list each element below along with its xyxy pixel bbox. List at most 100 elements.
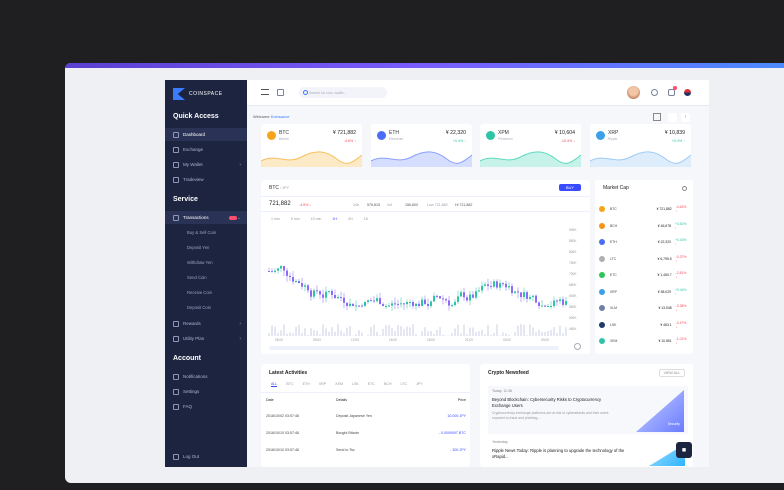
market-row[interactable]: LSK ¥ 483.1 -0.47% ↓	[599, 318, 689, 332]
range-scrollbar[interactable]	[269, 346, 559, 350]
settings-icon[interactable]	[651, 89, 658, 96]
sidebar-item-transactions[interactable]: Transactions ⌄	[165, 211, 247, 224]
divider	[261, 392, 470, 393]
volume-bar	[526, 335, 528, 336]
volume-bar	[550, 329, 552, 336]
sub-item-withdraw-yen[interactable]: Withdraw Yen	[187, 260, 213, 265]
grid-view-icon[interactable]	[653, 113, 661, 121]
sidebar-item-notifications[interactable]: Notifications	[165, 370, 247, 383]
activity-tab[interactable]: LTC	[401, 382, 408, 387]
news-item[interactable]: Today, 11:36 Beyond Blockchain: Cybersec…	[488, 386, 688, 434]
market-row[interactable]: XEM ¥ 10.851 -1.01% ↓	[599, 334, 689, 348]
sidebar-item-wallet[interactable]: My Wallet ›	[165, 158, 247, 171]
table-row[interactable]: 2018/10/10 03:57:46 Bought Bitcoin - 0.000…	[266, 431, 466, 435]
header-details: Details	[336, 398, 347, 402]
sub-item-deposit-yen[interactable]: Deposit Yen	[187, 245, 209, 250]
logo[interactable]: COINSPACE	[173, 88, 223, 100]
activity-tab[interactable]: ALL	[271, 382, 278, 387]
volume-bar	[340, 330, 342, 336]
stat-high: Hi 721,882	[455, 203, 473, 207]
volume-bar	[493, 333, 495, 336]
clock-icon[interactable]	[574, 343, 581, 350]
ticker-card-xpm[interactable]: XPM Primecoin ¥ 10,604 -10.4% ↓	[480, 124, 581, 167]
avatar[interactable]	[627, 86, 640, 99]
sidebar-item-dashboard[interactable]: Dashboard	[165, 128, 247, 141]
candle-body	[367, 300, 369, 302]
candle-body	[505, 283, 507, 288]
sub-item-deposit-coin[interactable]: Deposit Coin	[187, 305, 211, 310]
prev-button[interactable]	[668, 113, 677, 122]
table-row[interactable]: 2018/10/10 03:57:46 Send to Tsc - 300 JPY	[266, 448, 466, 452]
activity-tab[interactable]: BTC	[286, 382, 293, 387]
market-row[interactable]: XRP ¥ 58.029 +0.44% ↑	[599, 285, 689, 299]
chat-button[interactable]: ■	[676, 442, 692, 458]
activity-tab[interactable]: BCH	[384, 382, 392, 387]
search-icon[interactable]	[682, 186, 687, 191]
sub-item-buy-sell[interactable]: Buy & Sell Coin	[187, 230, 216, 235]
coin-price: ¥ 10.851	[658, 339, 672, 343]
sub-item-send-coin[interactable]: Send Coin	[187, 275, 207, 280]
search-input[interactable]: Search for coin, wallet...	[299, 87, 387, 98]
flag-icon[interactable]	[684, 89, 691, 96]
volume-bar	[475, 331, 477, 336]
candle-body	[376, 298, 378, 302]
chart-change: -4.6% ↓	[299, 203, 312, 207]
market-row[interactable]: ETC ¥ 1,460.7 -2.81% ↓	[599, 268, 689, 282]
coin-icon	[599, 255, 605, 262]
timeframe-tab[interactable]: 5 min	[291, 217, 300, 221]
sidebar-item-label: Utility Plan	[183, 336, 205, 341]
market-row[interactable]: LTC ¥ 6,795.5 -0.37% ↓	[599, 252, 689, 266]
activity-tab[interactable]: LSK	[352, 382, 359, 387]
cube-icon[interactable]	[277, 89, 284, 96]
sidebar: COINSPACE Quick Access Dashboard Exchang…	[165, 80, 247, 467]
market-row[interactable]: BTC ¥ 721,882 -4.63% ↓	[599, 202, 689, 216]
timeframe-tab[interactable]: 1D	[364, 217, 369, 221]
table-row[interactable]: 2018/10/02 03:57:46 Deposit Japanese Yen 1…	[266, 414, 466, 418]
sidebar-item-exchange[interactable]: Exchange	[165, 143, 247, 156]
timeframe-tab[interactable]: 4H	[348, 217, 353, 221]
activity-tab[interactable]: XEM	[335, 382, 343, 387]
timeframe-tab[interactable]: 1 min	[271, 217, 280, 221]
activity-tab[interactable]: ETH	[303, 382, 310, 387]
sidebar-item-utility-plan[interactable]: Utility Plan ›	[165, 332, 247, 345]
section-quick-access: Quick Access	[173, 113, 219, 120]
ticker-price: ¥ 10,604	[554, 130, 575, 136]
timeframe-tab[interactable]: 15 min	[311, 217, 322, 221]
stat-label: Vol	[387, 203, 392, 207]
volume-bar	[538, 329, 540, 336]
sidebar-item-faq[interactable]: FAQ	[165, 400, 247, 413]
activity-tab[interactable]: ETC	[368, 382, 375, 387]
volume-bar	[454, 328, 456, 336]
sidebar-item-rewards[interactable]: Rewards ›	[165, 317, 247, 330]
market-row[interactable]: XLM ¥ 13.548 -3.38% ↓	[599, 301, 689, 315]
sidebar-item-settings[interactable]: Settings	[165, 385, 247, 398]
bell-icon[interactable]	[668, 89, 675, 96]
candlestick-chart[interactable]	[267, 226, 572, 336]
next-button[interactable]: ›	[681, 113, 690, 122]
menu-icon[interactable]	[261, 89, 269, 95]
buy-button[interactable]: BUY	[559, 184, 581, 191]
market-row[interactable]: BCH ¥ 46,678 +3.52% ↑	[599, 219, 689, 233]
market-row[interactable]: ETH ¥ 22,320 +0.43% ↑	[599, 235, 689, 249]
timeframe-tab[interactable]: 1H	[332, 217, 337, 221]
candle-body	[334, 294, 336, 299]
view-all-button[interactable]: VIEW ALL	[658, 369, 685, 377]
candle-body	[451, 305, 453, 307]
ticker-card-btc[interactable]: BTC Bitcoin ¥ 721,882 -4.6% ↓	[261, 124, 362, 167]
home-icon	[173, 131, 179, 138]
ticker-card-eth[interactable]: ETH Ethereum ¥ 22,320 +0.4% ↑	[371, 124, 472, 167]
chevron-right-icon: ›	[239, 320, 241, 327]
activity-tab[interactable]: JPY	[416, 382, 423, 387]
coin-change: -3.38% ↓	[675, 304, 687, 312]
sidebar-item-tradeview[interactable]: Tradeview	[165, 173, 247, 186]
sparkline	[480, 151, 581, 167]
logout-button[interactable]: Log Out	[165, 450, 247, 463]
y-tick-label: 500K	[569, 316, 577, 320]
news-headline: Ripple News Today: Ripple is planning to…	[492, 448, 625, 459]
activity-tab[interactable]: XRP	[319, 382, 326, 387]
chevron-right-icon: ›	[239, 335, 241, 342]
candle-body	[463, 292, 465, 298]
sub-item-receive-coin[interactable]: Receive Coin	[187, 290, 212, 295]
ticker-card-xrp[interactable]: XRP Ripple ¥ 10,839 +0.4% ↑	[590, 124, 691, 167]
candle-body	[511, 286, 513, 294]
